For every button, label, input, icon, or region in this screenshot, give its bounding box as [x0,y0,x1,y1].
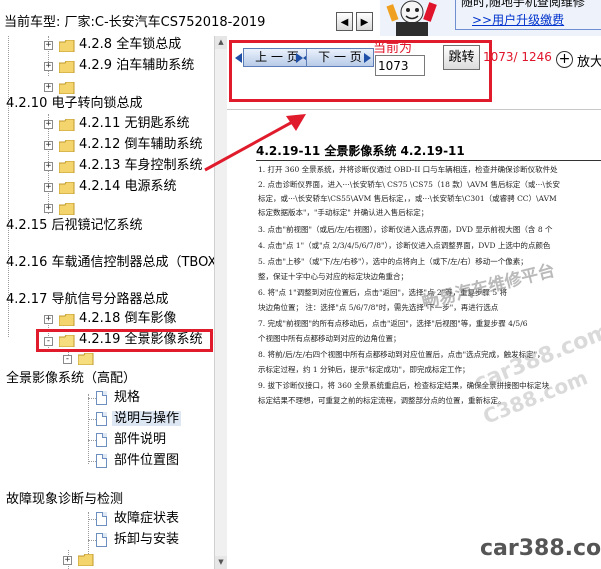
scroll-up-icon[interactable]: ▲ [215,36,227,49]
tree-item-4-2-8[interactable]: 4.2.8 全车锁总成 [79,35,181,55]
nav-left-button[interactable]: ◀ [336,12,353,31]
folder-icon [59,61,75,73]
step-line: 3. 点击"前视图"（或后/左/右视图），诊断仪进入选点界面，DVD 显示前视大… [258,225,553,234]
collapse-toggle[interactable]: - [63,355,72,364]
document-icon [96,454,107,468]
document-icon [96,412,107,426]
tree-guide-line [88,398,96,399]
folder-icon [59,314,75,326]
tree-leaf-symptoms[interactable]: 故障症状表 [114,509,179,529]
tree-leaf-components[interactable]: 部件说明 [114,430,166,450]
toolbar-divider [227,109,601,110]
tree-leaf-locations[interactable]: 部件位置图 [114,451,179,471]
step-line: 标定，或···\长安轿车\CS55\AVM 售后标定，，或···\长安轿车\C3… [258,194,557,203]
current-vehicle-label: 当前车型: 厂家:C-长安汽车CS752018-2019 [4,15,266,30]
expand-toggle[interactable]: + [44,83,53,92]
document-icon [96,533,107,547]
tree-leaf-specs[interactable]: 规格 [114,388,140,408]
step-line: 7. 完成"前视图"的所有点移动后，点击"返回"，选择"后视图"等，重复步骤 4… [258,319,528,328]
folder-open-icon [78,353,94,365]
folder-icon [59,182,75,194]
tree-section-panoramic-high[interactable]: 全景影像系统（高配） [6,369,136,389]
folder-icon [59,203,75,215]
step-line: 1. 打开 360 全景系统，并将诊断仪通过 OBD-II 口与车辆相连，检查并… [258,165,558,174]
tree-item-4-2-14[interactable]: 4.2.14 电源系统 [79,177,176,197]
expand-toggle[interactable]: + [44,162,53,171]
document-icon [96,391,107,405]
tree-item-4-2-15[interactable]: 4.2.15 后视镜记忆系统 [6,216,142,236]
tree-leaf-description-label: 说明与操作 [112,411,182,426]
step-line: 2. 点击诊断仪界面，进入···\长安轿车\ CS75 \CS75（18 款）\… [258,180,561,189]
toolbar-highlight-box [229,40,492,102]
expand-toggle[interactable]: + [44,204,53,213]
tree-guide-line [88,394,89,464]
document-icon [96,433,107,447]
tree-scrollbar[interactable]: ▲ ▼ [214,36,227,569]
expand-toggle[interactable]: + [44,41,53,50]
scroll-down-icon[interactable]: ▼ [215,556,227,569]
tree-item-4-2-11[interactable]: 4.2.11 无钥匙系统 [79,114,189,134]
nav-right-button[interactable]: ▶ [356,12,373,31]
folder-icon [59,140,75,152]
banner-text: 随时,随地手机查阅维修 [461,0,585,9]
step-line: 标定数据版本"，"手动标定" 并确认进入售后标定； [258,208,429,217]
tree-guide-line [88,519,96,520]
tree-leaf-removal[interactable]: 拆卸与安装 [114,530,179,550]
document-icon [96,512,107,526]
site-watermark: car388.com [480,536,601,561]
step-line: 4. 点击"点 1"（或"点 2/3/4/5/6/7/8"），诊断仪进入点调整界… [258,241,551,250]
expand-toggle[interactable]: + [63,556,72,565]
folder-icon [59,82,75,94]
tree-leaf-description[interactable]: 说明与操作 [112,409,182,429]
heading-rule [256,160,601,161]
folder-icon [59,119,75,131]
tree-guide-line [88,419,96,420]
tree-item-4-2-9[interactable]: 4.2.9 泊车辅助系统 [79,56,194,76]
expand-toggle[interactable]: + [44,120,53,129]
tree-guide-line [88,461,96,462]
tree-item-4-2-10[interactable]: 4.2.10 电子转向锁总成 [6,94,142,114]
upgrade-link[interactable]: >>用户升级缴费 [472,11,564,28]
tree-guide-line [88,440,96,441]
folder-icon [78,554,94,566]
mascot-logo-icon [386,0,437,36]
zoom-in-label[interactable]: 放大 [577,51,601,70]
tree-highlight-box [36,329,213,352]
tree-guide-line [88,540,96,541]
zoom-in-icon[interactable]: + [556,51,573,68]
folder-icon [59,161,75,173]
tree-item-4-2-16[interactable]: 4.2.16 车载通信控制器总成（TBOX [6,253,216,273]
page-heading: 4.2.19-11 全景影像系统 4.2.19-11 [256,144,465,158]
tree-item-4-2-13[interactable]: 4.2.13 车身控制系统 [79,156,202,176]
page-count: 1073/ 1246 [483,50,552,64]
tree-item-4-2-18[interactable]: 4.2.18 倒车影像 [79,309,176,329]
tree-item-4-2-12[interactable]: 4.2.12 倒车辅助系统 [79,135,202,155]
tree-item-4-2-17[interactable]: 4.2.17 导航信号分路器总成 [6,290,168,310]
tree-section-diagnosis[interactable]: 故障现象诊断与检测 [6,490,123,510]
expand-toggle[interactable]: + [44,62,53,71]
expand-toggle[interactable]: + [44,315,53,324]
expand-toggle[interactable]: + [44,183,53,192]
expand-toggle[interactable]: + [44,141,53,150]
folder-icon [59,40,75,52]
